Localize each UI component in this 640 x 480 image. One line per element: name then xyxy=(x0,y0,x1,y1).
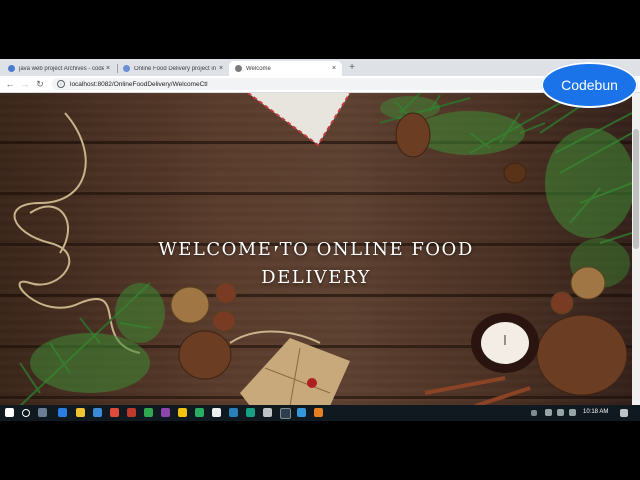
welcome-heading-line2: DELIVERY xyxy=(261,267,371,288)
tab-title: java web project Archives - code xyxy=(19,65,104,72)
reload-button[interactable]: ↻ xyxy=(34,78,46,90)
scrollbar-thumb[interactable] xyxy=(633,129,639,249)
page-scrollbar[interactable] xyxy=(632,93,640,406)
store-icon[interactable] xyxy=(93,408,102,417)
volume-icon[interactable] xyxy=(569,409,576,416)
welcome-heading-line1: WELCOME TO ONLINE FOOD xyxy=(158,239,474,260)
tab-strip: java web project Archives - code × Onlin… xyxy=(0,59,640,76)
close-icon[interactable]: × xyxy=(104,65,112,72)
address-url: localhost:8082/OnlineFoodDelivery/Welcom… xyxy=(70,80,208,88)
app-icon-yellow[interactable] xyxy=(178,408,187,417)
app-icon-orange[interactable] xyxy=(314,408,323,417)
tab-java-web-project[interactable]: java web project Archives - code × xyxy=(2,61,116,76)
close-icon[interactable]: × xyxy=(217,65,225,72)
windows-taskbar: 10:18 AM xyxy=(0,405,640,421)
notifications-icon[interactable] xyxy=(620,409,628,417)
address-bar[interactable]: i localhost:8082/OnlineFoodDelivery/Welc… xyxy=(52,78,552,90)
cinnamon-decor xyxy=(424,376,531,406)
welcome-page: WELCOME TO ONLINE FOOD DELIVERY xyxy=(0,93,632,406)
globe-icon xyxy=(123,65,130,72)
opera-icon[interactable] xyxy=(127,408,136,417)
app-icon-teal[interactable] xyxy=(195,408,204,417)
globe-icon xyxy=(8,65,15,72)
windows-start-icon[interactable] xyxy=(5,408,14,417)
app-icon-cyan[interactable] xyxy=(246,408,255,417)
app-icon-blue[interactable] xyxy=(229,408,238,417)
forward-button[interactable]: → xyxy=(19,78,31,90)
file-explorer-icon[interactable] xyxy=(76,408,85,417)
battery-icon[interactable] xyxy=(557,409,564,416)
close-icon[interactable]: × xyxy=(330,65,338,72)
search-icon[interactable] xyxy=(22,409,30,417)
globe-icon xyxy=(235,65,242,72)
app-icon-purple[interactable] xyxy=(161,408,170,417)
tab-title: Online Food Delivery project in J xyxy=(134,65,217,72)
taskbar-clock[interactable]: 10:18 AM xyxy=(583,409,608,415)
settings-icon[interactable] xyxy=(212,408,221,417)
word-icon[interactable] xyxy=(297,408,306,417)
edge-icon[interactable] xyxy=(58,408,67,417)
codebun-badge: Codebun xyxy=(541,62,638,108)
task-view-icon[interactable] xyxy=(38,408,47,417)
app-icon-dark[interactable] xyxy=(280,408,291,419)
app-icon-green[interactable] xyxy=(144,408,153,417)
chrome-icon[interactable] xyxy=(110,408,119,417)
info-icon[interactable]: i xyxy=(57,80,65,88)
mouse-cursor xyxy=(275,246,281,252)
back-button[interactable]: ← xyxy=(4,78,16,90)
screen: java web project Archives - code × Onlin… xyxy=(0,59,640,421)
new-tab-button[interactable]: + xyxy=(345,61,359,75)
candle-decor xyxy=(471,313,539,373)
gift-decor xyxy=(240,338,350,406)
envelope-decor xyxy=(247,93,351,147)
tray-arrow-icon[interactable] xyxy=(531,410,537,416)
welcome-heading: WELCOME TO ONLINE FOOD DELIVERY xyxy=(0,236,632,292)
twine-decor xyxy=(13,112,321,354)
tab-welcome[interactable]: Welcome × xyxy=(229,61,342,76)
tab-title: Welcome xyxy=(246,65,271,72)
network-icon[interactable] xyxy=(545,409,552,416)
app-icon-gray[interactable] xyxy=(263,408,272,417)
tab-online-food-delivery[interactable]: Online Food Delivery project in J × xyxy=(117,61,229,76)
